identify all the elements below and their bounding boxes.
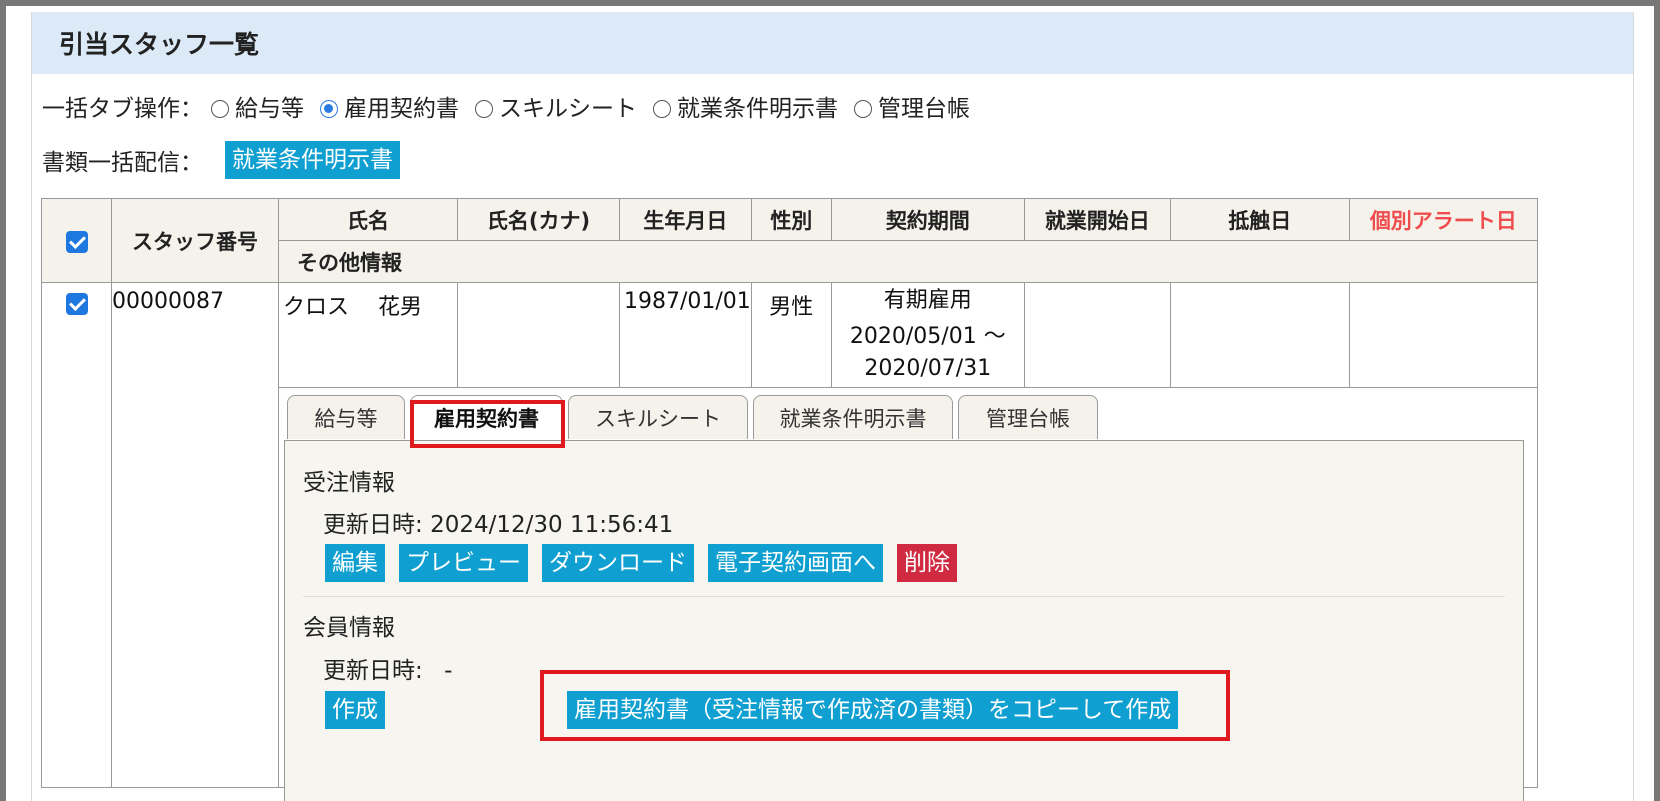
header-birth: 生年月日 xyxy=(619,198,752,241)
radio-option-employment-contract[interactable]: 雇用契約書 xyxy=(312,89,459,123)
delete-button[interactable]: 削除 xyxy=(897,544,957,582)
header-select-all-cell xyxy=(41,198,112,283)
radio-label: 給与等 xyxy=(235,96,304,122)
radio-circle[interactable] xyxy=(854,100,872,118)
radio-circle[interactable] xyxy=(475,100,493,118)
member-updated-value: - xyxy=(444,658,453,684)
bulk-tab-row: 一括タブ操作： 給与等 雇用契約書 スキルシート 就業条件明示書 管理台帳 xyxy=(42,89,978,123)
header-name: 氏名 xyxy=(278,198,458,241)
cell-staff-no: 00000087 xyxy=(111,282,279,788)
cell-alert-date xyxy=(1348,282,1538,388)
header-contract-period: 契約期間 xyxy=(830,198,1025,241)
create-button[interactable]: 作成 xyxy=(325,691,385,729)
download-button[interactable]: ダウンロード xyxy=(542,544,694,582)
header-gender: 性別 xyxy=(750,198,832,241)
bulk-tab-label: 一括タブ操作： xyxy=(42,96,203,122)
order-info-buttons: 編集 プレビュー ダウンロード 電子契約画面へ 削除 xyxy=(325,544,957,582)
member-info-updated: 更新日時: - xyxy=(323,651,452,685)
contract-from: 2020/05/01 ～ xyxy=(849,324,1006,349)
contract-to: 2020/07/31 xyxy=(864,356,992,381)
radio-circle[interactable] xyxy=(653,100,671,118)
tab-management-ledger[interactable]: 管理台帳 xyxy=(958,395,1098,439)
tab-skill-sheet[interactable]: スキルシート xyxy=(568,395,748,439)
radio-label: 就業条件明示書 xyxy=(677,96,838,122)
section-divider xyxy=(303,596,1505,597)
radio-circle[interactable] xyxy=(211,100,229,118)
order-info-updated: 更新日時: 2024/12/30 11:56:41 xyxy=(323,505,673,539)
order-updated-label: 更新日時: xyxy=(323,512,423,538)
member-updated-label: 更新日時: xyxy=(323,658,423,684)
cell-start-date xyxy=(1023,282,1171,388)
edit-button[interactable]: 編集 xyxy=(325,544,385,582)
bulk-send-row: 書類一括配信： 就業条件明示書 xyxy=(42,141,400,179)
bulk-send-button[interactable]: 就業条件明示書 xyxy=(225,141,400,179)
panel-title: 引当スタッフ一覧 xyxy=(32,12,1633,74)
member-info-title: 会員情報 xyxy=(303,615,395,641)
radio-option-work-conditions[interactable]: 就業条件明示書 xyxy=(645,89,838,123)
radio-label: スキルシート xyxy=(499,96,637,122)
cell-name-kana xyxy=(457,282,620,388)
cell-gender: 男性 xyxy=(750,282,832,388)
cell-contract-period: 有期雇用 2020/05/01 ～ 2020/07/31 xyxy=(830,282,1025,388)
row-checkbox[interactable] xyxy=(65,293,88,315)
header-conflict-date: 抵触日 xyxy=(1169,198,1350,241)
cell-birth: 1987/01/01 xyxy=(619,282,752,388)
order-updated-value: 2024/12/30 11:56:41 xyxy=(430,512,674,538)
radio-label: 管理台帳 xyxy=(878,96,970,122)
header-other-info: その他情報 xyxy=(278,240,1538,283)
document-tabs: 給与等 雇用契約書 スキルシート 就業条件明示書 管理台帳 xyxy=(287,395,1103,439)
contract-type: 有期雇用 xyxy=(883,288,972,313)
radio-option-salary[interactable]: 給与等 xyxy=(203,89,304,123)
bulk-send-label: 書類一括配信： xyxy=(42,150,203,176)
tab-work-conditions[interactable]: 就業条件明示書 xyxy=(753,395,953,439)
radio-option-management-ledger[interactable]: 管理台帳 xyxy=(846,89,970,123)
tab-employment-contract[interactable]: 雇用契約書 xyxy=(410,395,563,439)
radio-circle-checked[interactable] xyxy=(320,100,338,118)
header-name-kana: 氏名(カナ) xyxy=(457,198,620,241)
order-info-title: 受注情報 xyxy=(303,470,395,496)
header-start-date: 就業開始日 xyxy=(1023,198,1171,241)
row-checkbox-cell xyxy=(41,282,112,788)
tab-panel-employment-contract: 受注情報 更新日時: 2024/12/30 11:56:41 編集 プレビュー … xyxy=(284,440,1524,801)
esign-button[interactable]: 電子契約画面へ xyxy=(708,544,883,582)
radio-label: 雇用契約書 xyxy=(344,96,459,122)
radio-option-skill-sheet[interactable]: スキルシート xyxy=(467,89,637,123)
tab-salary[interactable]: 給与等 xyxy=(287,395,405,439)
cell-conflict-date xyxy=(1169,282,1350,388)
select-all-checkbox[interactable] xyxy=(65,230,88,253)
copy-create-button[interactable]: 雇用契約書（受注情報で作成済の書類）をコピーして作成 xyxy=(567,691,1179,729)
header-staff-no: スタッフ番号 xyxy=(111,198,279,283)
header-alert-date: 個別アラート日 xyxy=(1348,198,1538,241)
preview-button[interactable]: プレビュー xyxy=(399,544,528,582)
cell-name: クロス 花男 xyxy=(278,282,458,388)
